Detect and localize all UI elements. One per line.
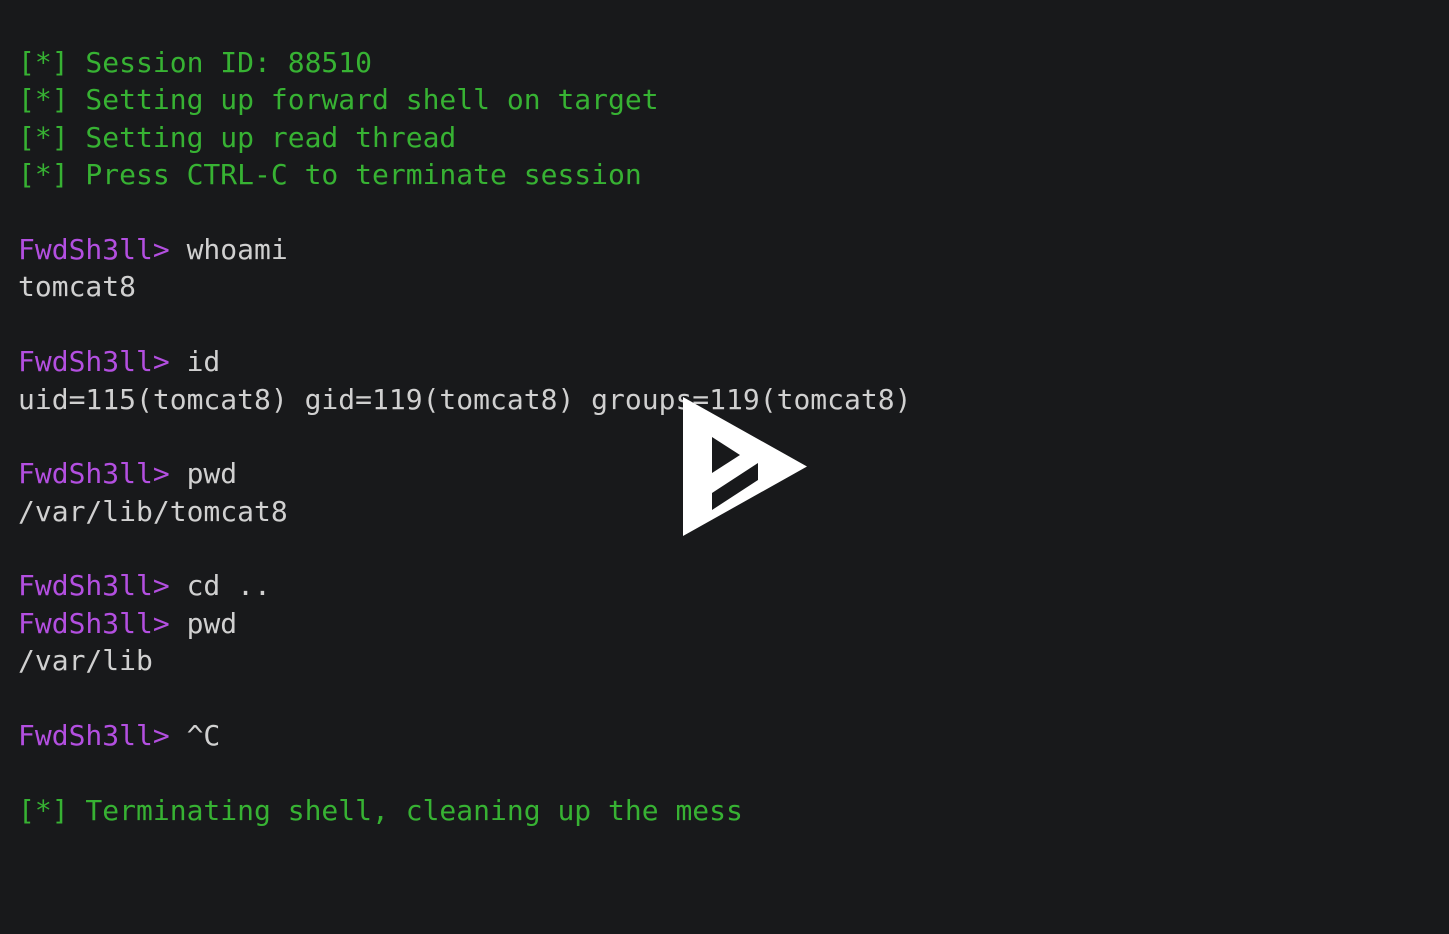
line-blank-5-seg-0 xyxy=(18,682,35,715)
line-blank-2-seg-0 xyxy=(18,308,35,341)
line-press-ctrlc: [*] Press CTRL-C to terminate session xyxy=(18,156,1449,193)
line-blank-6 xyxy=(18,754,1449,791)
line-cmd-ctrlc-seg-1: ^C xyxy=(169,719,221,753)
line-cmd-id-seg-1: id xyxy=(169,345,221,379)
terminal-screen: [*] Session ID: 88510 [*] Setting up forw… xyxy=(0,0,1449,934)
line-cmd-whoami-seg-1: whoami xyxy=(169,232,288,266)
line-cmd-pwd-1-seg-0: FwdSh3ll> xyxy=(18,457,170,491)
line-setup-forward-seg-0: [*] Setting up forward shell on target xyxy=(18,83,659,117)
line-cmd-ctrlc: FwdSh3ll> ^C xyxy=(18,717,1449,754)
line-press-ctrlc-seg-0: [*] Press CTRL-C to terminate session xyxy=(18,158,642,192)
line-blank-4-seg-0 xyxy=(18,532,35,565)
line-out-pwd-2-seg-0: /var/lib xyxy=(18,644,153,678)
line-cmd-cd-seg-1: cd .. xyxy=(169,569,271,603)
line-cmd-cd-seg-0: FwdSh3ll> xyxy=(18,569,170,603)
line-blank-1-seg-0 xyxy=(18,196,35,229)
line-blank-1 xyxy=(18,194,1449,231)
line-cmd-whoami-seg-0: FwdSh3ll> xyxy=(18,232,170,266)
line-terminating: [*] Terminating shell, cleaning up the m… xyxy=(18,792,1449,829)
line-cmd-pwd-2-seg-0: FwdSh3ll> xyxy=(18,606,170,640)
line-cmd-whoami: FwdSh3ll> whoami xyxy=(18,231,1449,268)
line-cmd-pwd-1-seg-1: pwd xyxy=(169,457,238,491)
line-blank-2 xyxy=(18,306,1449,343)
line-out-whoami-seg-0: tomcat8 xyxy=(18,270,137,304)
play-button[interactable] xyxy=(683,397,807,536)
line-cmd-pwd-2-seg-1: pwd xyxy=(169,606,238,640)
line-out-pwd-2: /var/lib xyxy=(18,642,1449,679)
line-out-pwd-1-seg-0: /var/lib/tomcat8 xyxy=(18,494,288,528)
line-blank-5 xyxy=(18,680,1449,717)
line-session-id-seg-0: [*] Session ID: 88510 xyxy=(18,46,373,79)
line-setup-read: [*] Setting up read thread xyxy=(18,119,1449,156)
line-cmd-pwd-2: FwdSh3ll> pwd xyxy=(18,605,1449,642)
line-cmd-id-seg-0: FwdSh3ll> xyxy=(18,345,170,379)
line-setup-read-seg-0: [*] Setting up read thread xyxy=(18,120,457,154)
line-cmd-cd: FwdSh3ll> cd .. xyxy=(18,567,1449,604)
line-session-id: [*] Session ID: 88510 xyxy=(18,44,1449,81)
line-cmd-ctrlc-seg-0: FwdSh3ll> xyxy=(18,719,170,753)
line-cmd-id: FwdSh3ll> id xyxy=(18,343,1449,380)
line-blank-3-seg-0 xyxy=(18,420,35,453)
line-out-whoami: tomcat8 xyxy=(18,268,1449,305)
play-icon[interactable] xyxy=(683,397,807,536)
line-terminating-seg-0: [*] Terminating shell, cleaning up the m… xyxy=(18,793,743,827)
line-setup-forward: [*] Setting up forward shell on target xyxy=(18,81,1449,118)
line-blank-6-seg-0 xyxy=(18,756,35,789)
